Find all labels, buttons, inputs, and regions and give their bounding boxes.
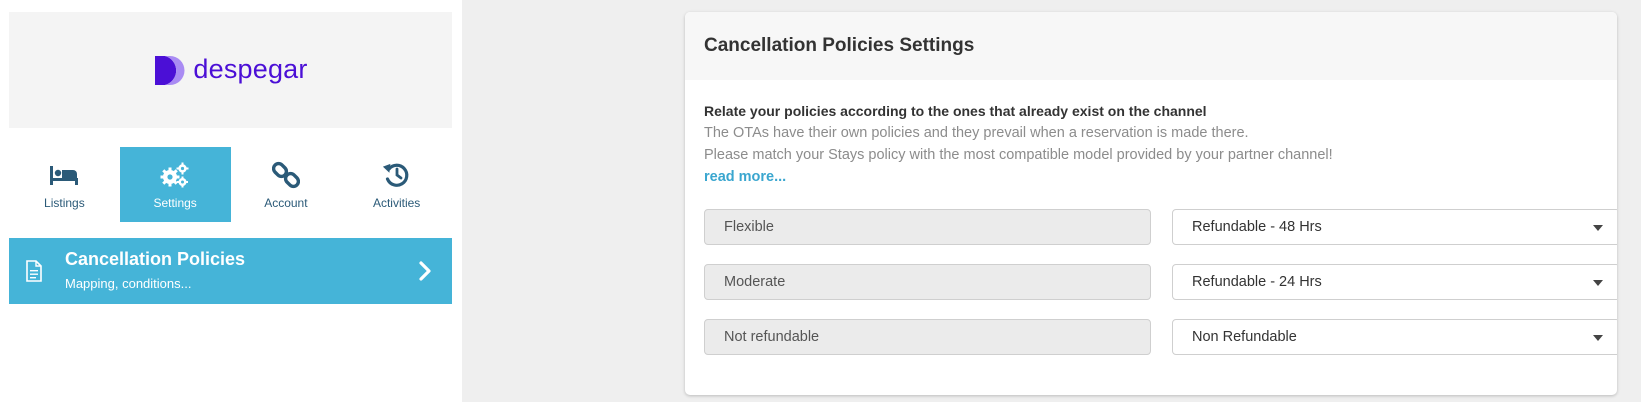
cancellation-settings-panel: Cancellation Policies Settings Relate yo… [685, 12, 1617, 395]
brand-logo[interactable]: despegar [153, 54, 307, 87]
nav-label-account: Account [264, 195, 308, 210]
select-value: Non Refundable [1192, 329, 1297, 345]
policy-mapping-select[interactable]: Non Refundable [1172, 319, 1617, 355]
read-more-link[interactable]: read more... [704, 166, 1604, 188]
brand-name: despegar [193, 53, 308, 84]
bed-icon [49, 160, 79, 190]
policy-row: Not refundable Non Refundable [704, 319, 1617, 355]
logo-area: despegar [9, 12, 452, 128]
cancellation-policies-menu-item[interactable]: Cancellation Policies Mapping, condition… [9, 238, 452, 304]
policy-name-field: Not refundable [704, 319, 1151, 355]
nav-label-activities: Activities [372, 195, 421, 210]
policy-mapping-select[interactable]: Refundable - 48 Hrs [1172, 209, 1617, 245]
gears-icon [160, 160, 190, 190]
main-nav: Listings Settings Account Activities [9, 147, 452, 222]
cancellation-policies-title: Cancellation Policies [65, 249, 246, 269]
nav-label-listings: Listings [44, 195, 85, 210]
nav-item-activities[interactable]: Activities [341, 147, 452, 222]
despegar-logo-icon [155, 55, 185, 85]
policy-name-field: Moderate [704, 264, 1151, 300]
select-value: Refundable - 24 Hrs [1192, 274, 1322, 290]
select-value: Refundable - 48 Hrs [1192, 219, 1322, 235]
panel-header: Cancellation Policies Settings [685, 12, 1617, 80]
nav-label-settings: Settings [153, 195, 197, 210]
nav-item-settings[interactable]: Settings [119, 147, 231, 222]
policy-row: Moderate Refundable - 24 Hrs [704, 264, 1617, 300]
policy-name-field: Flexible [704, 209, 1151, 245]
chevron-right-icon [418, 261, 432, 286]
policy-mapping-select[interactable]: Refundable - 24 Hrs [1172, 264, 1617, 300]
caret-down-icon [1593, 225, 1603, 231]
history-icon [382, 160, 411, 190]
sidebar: despegar Listings Settings Account Activ… [0, 0, 462, 402]
nav-item-account[interactable]: Account [231, 147, 342, 222]
policy-row: Flexible Refundable - 48 Hrs [704, 209, 1617, 245]
link-icon [271, 160, 300, 190]
document-icon [25, 260, 43, 287]
cancellation-policies-subtitle: Mapping, conditions... [65, 276, 192, 291]
intro-line-1: The OTAs have their own policies and the… [704, 125, 1249, 141]
intro-line-2: Please match your Stays policy with the … [704, 147, 1333, 163]
panel-intro: Relate your policies according to the on… [704, 100, 1604, 188]
caret-down-icon [1593, 280, 1603, 286]
panel-title: Cancellation Policies Settings [704, 35, 975, 56]
intro-heading: Relate your policies according to the on… [704, 103, 1207, 119]
nav-item-listings[interactable]: Listings [9, 147, 120, 222]
caret-down-icon [1593, 335, 1603, 341]
